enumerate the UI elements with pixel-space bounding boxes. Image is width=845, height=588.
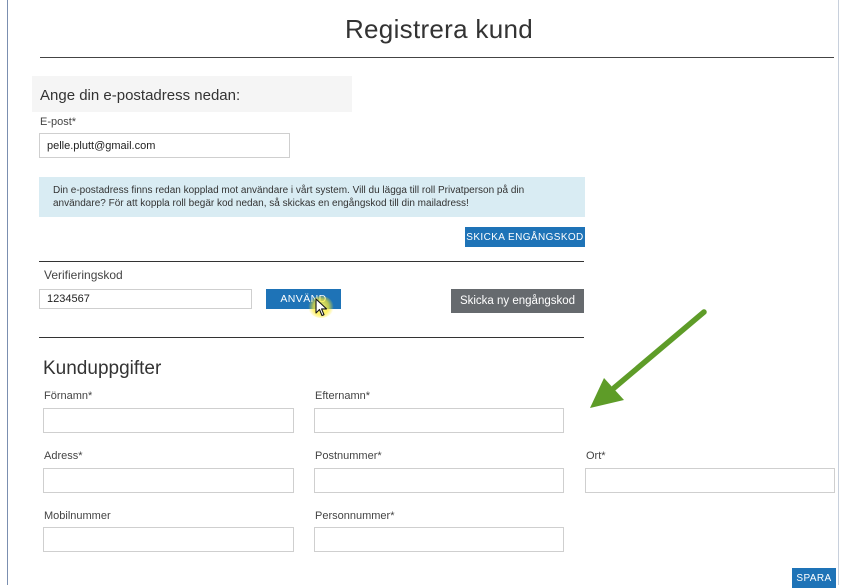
verification-divider-bottom [39,337,584,338]
send-code-button[interactable]: SKICKA ENGÅNGSKOD [465,227,585,247]
email-input[interactable] [39,133,290,158]
verification-label: Verifieringskod [44,268,123,282]
address-input[interactable] [43,468,294,493]
mouse-pointer-icon [315,298,328,317]
city-label: Ort* [586,450,606,462]
first-name-input[interactable] [43,408,294,433]
verification-divider-top [39,261,584,262]
city-input[interactable] [585,468,835,493]
customer-section-heading: Kunduppgifter [43,358,162,379]
email-section-heading: Ange din e-postadress nedan: [40,87,241,104]
email-label: E-post* [40,116,77,128]
personal-id-label: Personnummer* [315,510,395,522]
mobile-input[interactable] [43,527,294,552]
last-name-label: Efternamn* [315,390,371,402]
postal-code-input[interactable] [314,468,564,493]
window-frame-left [7,0,8,585]
first-name-label: Förnamn* [44,390,93,402]
window-frame-right [838,0,839,585]
save-button[interactable]: SPARA [792,568,836,588]
verification-code-input[interactable] [39,289,252,309]
resend-code-button[interactable]: Skicka ny engångskod [451,289,584,313]
page-title: Registrera kund [344,14,534,44]
last-name-input[interactable] [314,408,564,433]
address-label: Adress* [44,450,83,462]
green-arrow-icon [590,309,707,408]
postal-code-label: Postnummer* [315,450,382,462]
personal-id-input[interactable] [314,527,564,552]
mobile-label: Mobilnummer [44,510,111,522]
title-divider [40,57,834,58]
info-alert: Din e-postadress finns redan kopplad mot… [39,177,585,217]
